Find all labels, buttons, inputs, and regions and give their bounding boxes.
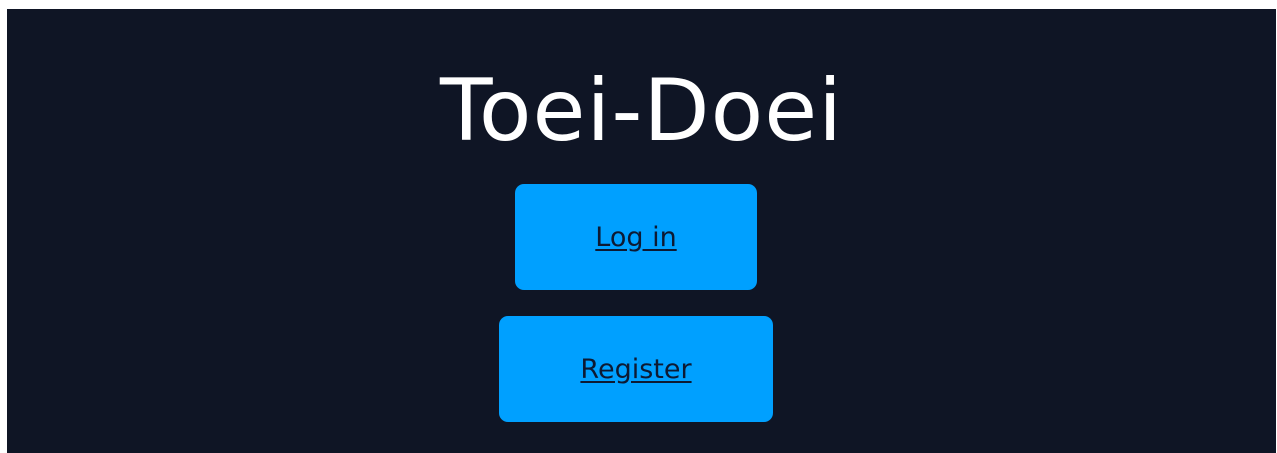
app-title: Toei-Doei xyxy=(439,61,843,161)
landing-panel: Toei-Doei Log in Register xyxy=(7,9,1276,453)
login-button[interactable]: Log in xyxy=(515,184,757,290)
register-button[interactable]: Register xyxy=(499,316,773,422)
